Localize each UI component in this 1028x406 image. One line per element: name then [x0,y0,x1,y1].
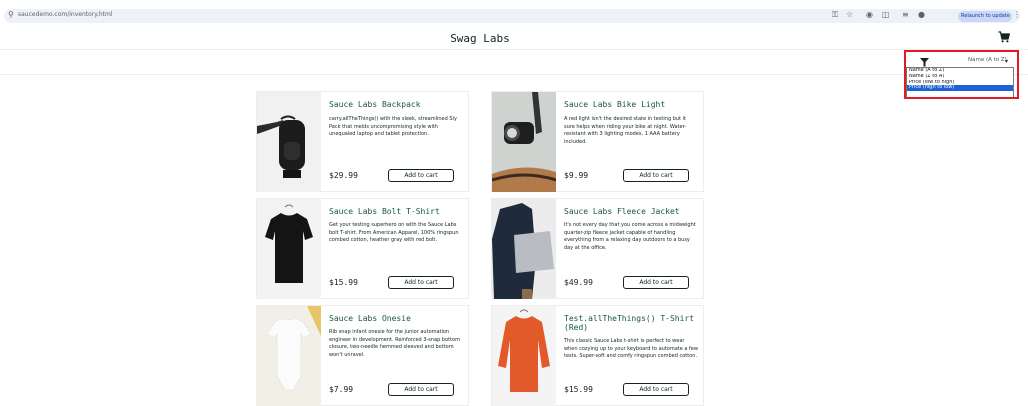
product-price: $7.99 [329,385,354,394]
product-price: $29.99 [329,171,358,180]
product-title[interactable]: Sauce Labs Bike Light [564,100,698,109]
add-to-cart-button[interactable]: Add to cart [388,169,454,182]
product-description: This classic Sauce Labs t-shirt is perfe… [564,338,698,359]
media-control-icon[interactable]: ≡ [902,10,909,19]
profile-avatar-icon[interactable]: ● [918,10,925,19]
product-image-bolt-tshirt[interactable] [257,199,321,299]
browser-menu-icon[interactable]: ⋮ [1013,10,1021,19]
inventory-item: Sauce Labs Bolt T-Shirt Get your testing… [256,198,469,299]
product-image-backpack[interactable] [257,92,321,192]
product-title[interactable]: Sauce Labs Fleece Jacket [564,207,698,216]
product-image-red-tshirt[interactable] [492,306,556,406]
inventory-item: Sauce Labs Backpack carry.allTheThings()… [256,91,469,192]
product-image-onesie[interactable] [257,306,321,406]
product-description: Rib snap infant onesie for the junior au… [329,329,460,358]
address-bar-url[interactable]: saucedemo.com/inventory.html [18,11,113,18]
product-description: It's not every day that you come across … [564,222,696,251]
bookmark-star-icon[interactable]: ☆ [846,10,853,19]
add-to-cart-button[interactable]: Add to cart [388,276,454,289]
shopping-cart-icon[interactable] [998,31,1010,43]
product-title[interactable]: Sauce Labs Bolt T-Shirt [329,207,463,216]
browser-toolbar: ⚲ saucedemo.com/inventory.html ⚿ ☆ ◉ ◫ ≡… [0,0,1028,27]
product-image-bike-light[interactable] [492,92,556,192]
product-title[interactable]: Sauce Labs Backpack [329,100,463,109]
product-description: Get your testing superhero on with the S… [329,222,459,243]
extension-icon[interactable]: ◉ [866,10,873,19]
add-to-cart-button[interactable]: Add to cart [623,276,689,289]
product-price: $49.99 [564,278,593,287]
annotation-highlight-box [904,50,1019,99]
site-info-icon[interactable]: ⚲ [8,10,14,19]
product-description: carry.allTheThings() with the sleek, str… [329,116,457,137]
product-image-fleece-jacket[interactable] [492,199,556,299]
add-to-cart-button[interactable]: Add to cart [623,383,689,396]
product-price: $15.99 [564,385,593,394]
password-key-icon[interactable]: ⚿ [832,10,838,20]
product-price: $9.99 [564,171,589,180]
product-price: $15.99 [329,278,358,287]
add-to-cart-button[interactable]: Add to cart [623,169,689,182]
inventory-item: Sauce Labs Fleece Jacket It's not every … [491,198,704,299]
app-logo: Swag Labs [450,32,510,45]
relaunch-button-label: Relaunch to update [961,13,1010,19]
extensions-puzzle-icon[interactable]: ◫ [882,10,890,19]
secondary-header [0,49,1028,75]
add-to-cart-button[interactable]: Add to cart [388,383,454,396]
product-title[interactable]: Test.allTheThings() T-Shirt (Red) [564,314,698,332]
product-title[interactable]: Sauce Labs Onesie [329,314,463,323]
inventory-item: Sauce Labs Bike Light A red light isn't … [491,91,704,192]
inventory-item: Sauce Labs Onesie Rib snap infant onesie… [256,305,469,406]
inventory-item: Test.allTheThings() T-Shirt (Red) This c… [491,305,704,406]
product-description: A red light isn't the desired state in t… [564,116,687,145]
